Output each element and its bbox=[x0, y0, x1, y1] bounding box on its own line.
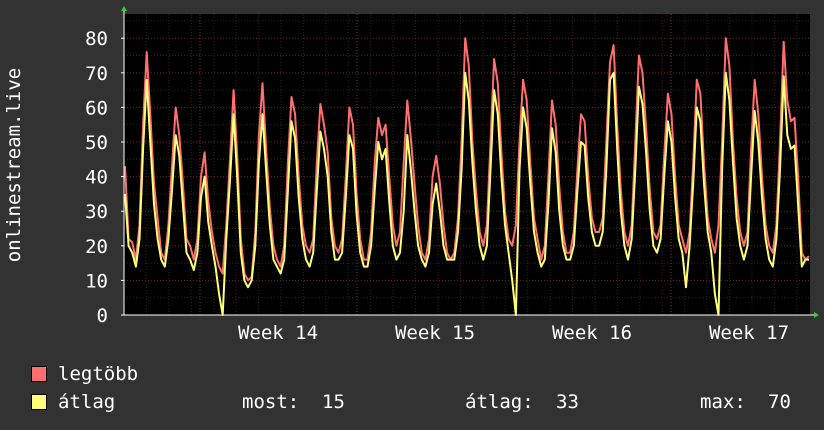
legend-swatch-atlag bbox=[31, 394, 47, 410]
legend-swatch-legtobb bbox=[31, 366, 47, 382]
stat-most-label: most: bbox=[242, 391, 300, 413]
y-tick-label: 20 bbox=[85, 236, 108, 258]
x-tick-label: Week 14 bbox=[238, 322, 318, 344]
x-tick-label: Week 17 bbox=[709, 322, 789, 344]
y-tick-label: 10 bbox=[85, 270, 108, 292]
y-tick-label: 60 bbox=[85, 97, 108, 119]
legend-label-legtobb: legtöbb bbox=[58, 363, 139, 385]
y-axis-label: onlinestream.live bbox=[3, 68, 25, 262]
stat-atlag-value: 33 bbox=[556, 391, 579, 413]
stat-most-value: 15 bbox=[322, 391, 345, 413]
stat-max-label: max: bbox=[700, 391, 746, 413]
stat-max-value: 70 bbox=[768, 391, 791, 413]
stat-atlag-label: átlag: bbox=[465, 391, 534, 413]
y-tick-label: 70 bbox=[85, 63, 108, 85]
y-tick-label: 0 bbox=[97, 305, 108, 327]
y-tick-label: 30 bbox=[85, 201, 108, 223]
y-tick-label: 50 bbox=[85, 132, 108, 154]
x-tick-label: Week 15 bbox=[395, 322, 475, 344]
y-tick-label: 80 bbox=[85, 28, 108, 50]
x-axis-arrow bbox=[814, 312, 819, 318]
legend-label-atlag: átlag bbox=[58, 391, 116, 413]
y-tick-label: 40 bbox=[85, 167, 108, 189]
x-tick-label: Week 16 bbox=[552, 322, 632, 344]
y-axis-arrow bbox=[121, 6, 127, 11]
